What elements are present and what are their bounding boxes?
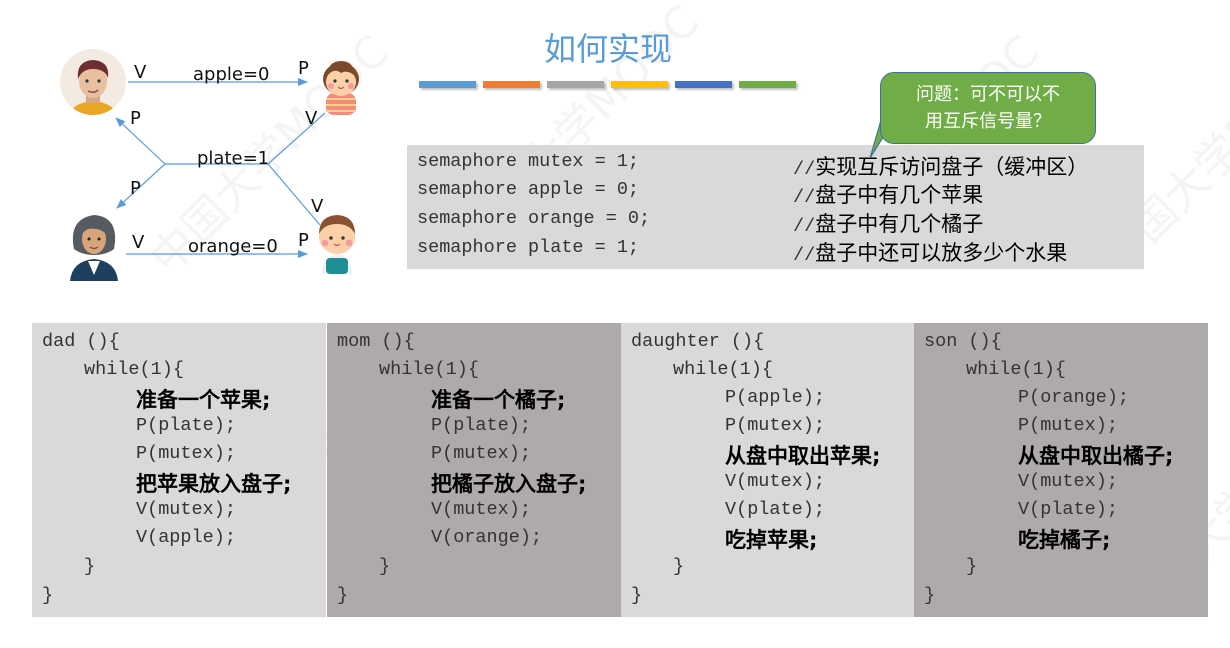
callout-line: 问题：可不可以不 [916, 84, 1060, 105]
son-p-label: P [298, 230, 309, 251]
semaphore-comment: //盘子中有几个苹果 [793, 179, 983, 209]
code-statement: V(mutex); [136, 499, 236, 520]
question-callout: 问题：可不可以不 用互斥信号量？ [880, 72, 1096, 144]
function-header: mom (){ [337, 331, 415, 352]
color-bars [419, 81, 796, 88]
while-loop-header: while(1){ [673, 359, 773, 380]
semaphore-code: semaphore orange = 0; [417, 208, 651, 229]
code-statement: P(mutex); [136, 443, 236, 464]
comment-slashes: // [793, 187, 816, 208]
function-close-brace: } [631, 585, 643, 606]
code-statement: V(apple); [136, 527, 236, 548]
process-daughter-code: daughter (){ while(1){ P(apple); P(mutex); 从… [621, 323, 915, 617]
dad-v-label: V [134, 62, 147, 83]
semaphore-comment: //盘子中还可以放多少个水果 [793, 237, 1067, 267]
code-statement: V(plate); [1018, 499, 1118, 520]
code-comment-step: 把苹果放入盘子; [136, 472, 292, 496]
loop-close-brace: } [379, 556, 391, 577]
color-bar [419, 81, 476, 88]
color-bar [739, 81, 796, 88]
callout-line: 用互斥信号量？ [925, 111, 1051, 132]
process-dad-code: dad (){ while(1){ 准备一个苹果; P(plate); P(mutex)… [32, 323, 326, 617]
code-statement: V(mutex); [431, 499, 531, 520]
comment-text: 盘子中还可以放多少个水果 [815, 241, 1068, 265]
comment-text: 盘子中有几个苹果 [815, 183, 984, 207]
code-comment-step: 准备一个橘子; [431, 388, 566, 412]
function-close-brace: } [42, 585, 54, 606]
code-statement: V(mutex); [725, 471, 825, 492]
daughter-v-label: V [305, 108, 318, 129]
function-header: daughter (){ [631, 331, 765, 352]
comment-slashes: // [793, 159, 816, 180]
while-loop-header: while(1){ [966, 359, 1066, 380]
code-statement: P(mutex); [431, 443, 531, 464]
slide-title: 如何实现 [544, 30, 673, 68]
daughter-avatar [323, 61, 359, 115]
plate-to-mom-arrow [116, 163, 166, 209]
dad-avatar [60, 49, 126, 115]
code-statement: P(orange); [1018, 387, 1130, 408]
mom-avatar [70, 215, 118, 281]
color-bar [483, 81, 540, 88]
code-statement: V(orange); [431, 527, 543, 548]
semaphore-comment: //盘子中有几个橘子 [793, 208, 983, 238]
comment-slashes: // [793, 216, 816, 237]
code-comment-step: 从盘中取出橘子; [1018, 444, 1174, 468]
daughter-p-label: P [298, 58, 309, 79]
semaphore-code: semaphore apple = 0; [417, 179, 640, 200]
code-statement: P(mutex); [725, 415, 825, 436]
while-loop-header: while(1){ [84, 359, 184, 380]
code-statement: P(mutex); [1018, 415, 1118, 436]
semaphore-code: semaphore mutex = 1; [417, 151, 640, 172]
orange-semaphore-label: orange=0 [188, 236, 278, 257]
son-v-label: V [311, 196, 324, 217]
loop-close-brace: } [966, 556, 978, 577]
semaphore-code: semaphore plate = 1; [417, 237, 640, 258]
function-close-brace: } [924, 585, 936, 606]
function-close-brace: } [337, 585, 349, 606]
dad-p-label: P [130, 108, 141, 129]
code-statement: P(plate); [136, 415, 236, 436]
code-comment-step: 从盘中取出苹果; [725, 444, 881, 468]
code-statement: P(apple); [725, 387, 825, 408]
comment-slashes: // [793, 245, 816, 266]
mom-v-label: V [132, 232, 145, 253]
mom-p-label: P [130, 178, 141, 199]
apple-semaphore-label: apple=0 [193, 64, 270, 85]
process-son-code: son (){ while(1){ P(orange); P(mutex); 从盘中取出… [914, 323, 1208, 617]
plate-semaphore-label: plate=1 [197, 148, 270, 169]
family-diagram: V apple=0 P P V plate=1 P V V orange=0 P [0, 0, 400, 300]
semaphore-comment: //实现互斥访问盘子（缓冲区） [793, 151, 1088, 181]
color-bar [675, 81, 732, 88]
code-statement: V(plate); [725, 499, 825, 520]
while-loop-header: while(1){ [379, 359, 479, 380]
color-bar [611, 81, 668, 88]
code-comment-step: 准备一个苹果; [136, 388, 271, 412]
process-mom-code: mom (){ while(1){ 准备一个橘子; P(plate); P(mutex)… [327, 323, 621, 617]
comment-text: 实现互斥访问盘子（缓冲区） [815, 155, 1089, 179]
semaphore-declarations: semaphore mutex = 1; //实现互斥访问盘子（缓冲区） sem… [407, 145, 1144, 269]
function-header: dad (){ [42, 331, 120, 352]
son-avatar [319, 215, 355, 274]
color-bar [547, 81, 604, 88]
function-header: son (){ [924, 331, 1002, 352]
code-comment-step: 吃掉橘子; [1018, 528, 1111, 552]
comment-text: 盘子中有几个橘子 [815, 212, 984, 236]
code-comment-step: 吃掉苹果; [725, 528, 818, 552]
loop-close-brace: } [673, 556, 685, 577]
code-statement: P(plate); [431, 415, 531, 436]
loop-close-brace: } [84, 556, 96, 577]
code-comment-step: 把橘子放入盘子; [431, 472, 587, 496]
code-statement: V(mutex); [1018, 471, 1118, 492]
